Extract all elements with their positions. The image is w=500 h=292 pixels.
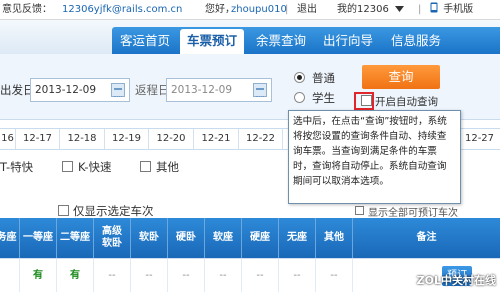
nav-remaining-tickets[interactable]: 余票查询: [248, 27, 314, 54]
table-header: 商务座 一等座 二等座 高级软卧 软卧 硬卧 软座 硬座 无座 其他 备注: [0, 218, 500, 258]
feedback-label: 意见反馈：: [2, 4, 52, 15]
table-cell: --: [316, 259, 353, 292]
train-type-t-label: T-特快: [0, 160, 34, 174]
train-type-k-checkbox[interactable]: [62, 161, 73, 172]
date-tab[interactable]: 16: [0, 129, 16, 149]
username-link[interactable]: zhoupu010: [231, 0, 287, 19]
ticket-type-normal-label: 普通: [312, 71, 335, 85]
nav-travel-guide[interactable]: 出行向导: [316, 27, 380, 54]
table-cell: --: [131, 259, 168, 292]
separator: |: [418, 4, 422, 15]
date-tab[interactable]: 12-20: [149, 129, 194, 149]
return-date-label: 返程日: [135, 83, 170, 97]
nav-ticket-booking[interactable]: 车票预订: [180, 29, 244, 54]
column-header: 软卧: [131, 218, 168, 258]
watermark: ZOL中关村在线: [416, 274, 496, 287]
column-header: 硬卧: [168, 218, 205, 258]
show-selected-label: 仅显示选定车次: [73, 204, 154, 218]
table-cell: 有: [20, 259, 57, 292]
nav-home[interactable]: 客运首页: [112, 27, 178, 54]
train-type-k-label: K-快速: [78, 160, 112, 174]
table-cell: --: [279, 259, 316, 292]
column-header: 高级软卧: [94, 218, 131, 258]
chevron-down-icon: [395, 6, 404, 12]
show-all-label: 显示全部可预订车次: [368, 208, 458, 219]
column-header: 软座: [205, 218, 242, 258]
mobile-link[interactable]: 手机版: [430, 0, 473, 19]
column-header: 商务座: [0, 218, 20, 258]
table-cell: --: [168, 259, 205, 292]
column-header: 其他: [316, 218, 353, 258]
page: 意见反馈： 12306yjfk@rails.com.cn 您好， zhoupu0…: [0, 0, 500, 292]
table-cell: 有: [57, 259, 94, 292]
table-cell: --: [94, 259, 131, 292]
date-tab[interactable]: 12-17: [16, 129, 60, 149]
phone-icon: [430, 2, 438, 13]
column-header: 备注: [416, 232, 437, 243]
date-tab[interactable]: 12-21: [194, 129, 239, 149]
train-type-other-checkbox[interactable]: [140, 161, 151, 172]
query-button[interactable]: 查询: [362, 65, 440, 89]
date-tab[interactable]: 12-19: [105, 129, 149, 149]
show-selected-checkbox[interactable]: [58, 205, 69, 216]
my12306-menu[interactable]: 我的12306: [337, 0, 404, 19]
date-tab[interactable]: 12-27: [459, 129, 500, 149]
auto-query-label: 开启自动查询: [375, 96, 438, 108]
auto-query-tooltip: 选中后，在点击“查询”按钮时，系统将按您设置的查询条件自动、持续查询车票。当查询…: [288, 110, 461, 204]
table-cell: [0, 259, 20, 292]
table-cell: --: [242, 259, 279, 292]
ticket-type-student-label: 学生: [312, 91, 335, 105]
column-header: 无座: [279, 218, 316, 258]
show-all-checkbox[interactable]: [355, 206, 364, 215]
column-header: 硬座: [242, 218, 279, 258]
column-header: 一等座: [20, 218, 57, 258]
date-tab[interactable]: 12-22: [239, 129, 283, 149]
date-tab[interactable]: 12-18: [60, 129, 105, 149]
mobile-label: 手机版: [443, 4, 474, 15]
calendar-icon[interactable]: [111, 83, 125, 97]
column-header: 二等座: [57, 218, 94, 258]
calendar-icon[interactable]: [253, 83, 267, 97]
table-cell: --: [205, 259, 242, 292]
feedback-email-link[interactable]: 12306yjfk@rails.com.cn: [62, 0, 182, 19]
separator: |: [285, 4, 289, 15]
train-type-other-label: 其他: [156, 160, 179, 174]
my12306-label: 我的12306: [337, 4, 389, 15]
ticket-type-student-radio[interactable]: [294, 92, 305, 103]
logout-link[interactable]: 退出: [297, 0, 317, 19]
highlight-box: [354, 92, 374, 110]
main-nav: 客运首页 车票预订 余票查询 出行向导 信息服务: [112, 27, 500, 54]
ticket-type-normal-radio[interactable]: [294, 72, 305, 83]
top-bar: 意见反馈： 12306yjfk@rails.com.cn 您好， zhoupu0…: [0, 0, 500, 20]
nav-info-service[interactable]: 信息服务: [384, 27, 448, 54]
